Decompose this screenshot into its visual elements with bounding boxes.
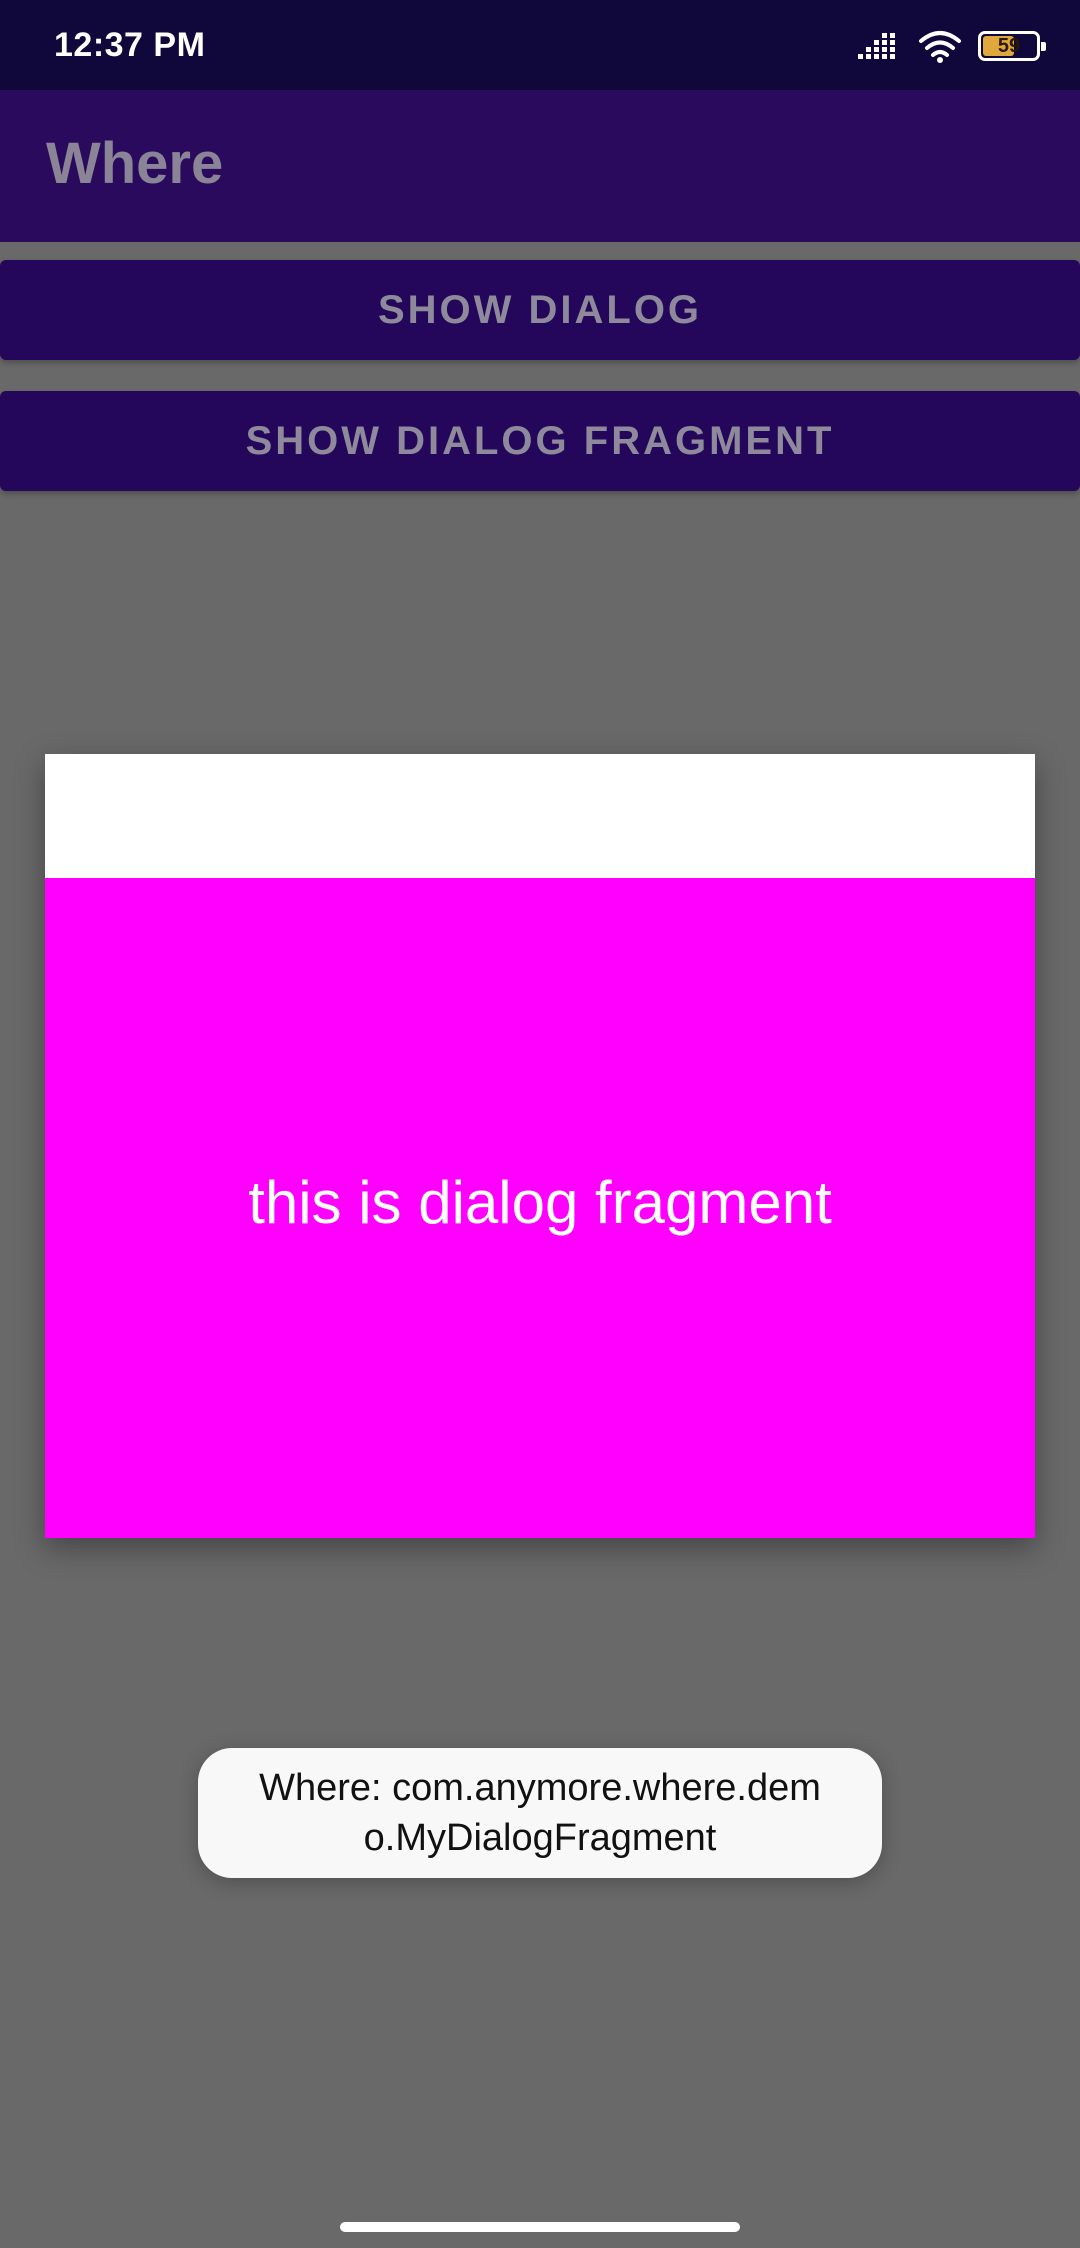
app-bar: Where — [0, 90, 1080, 242]
dialog-content[interactable]: this is dialog fragment — [45, 878, 1035, 1538]
wifi-icon — [919, 31, 961, 63]
home-indicator[interactable] — [340, 2222, 740, 2232]
status-time: 12:37 PM — [54, 26, 206, 64]
toast: Where: com.anymore.where.demo.MyDialogFr… — [198, 1748, 882, 1878]
app-title: Where — [46, 131, 224, 196]
battery-nub — [1041, 42, 1046, 51]
status-icons: 59 — [858, 28, 1046, 64]
show-dialog-button[interactable]: SHOW DIALOG — [0, 260, 1080, 360]
toast-text: Where: com.anymore.where.demo.MyDialogFr… — [259, 1767, 821, 1859]
battery-level: 59 — [997, 34, 1021, 57]
signal-icon — [858, 33, 895, 59]
battery-icon: 59 — [978, 31, 1046, 61]
dialog-content-text: this is dialog fragment — [248, 1168, 832, 1236]
show-dialog-fragment-button[interactable]: SHOW DIALOG FRAGMENT — [0, 391, 1080, 491]
dialog-title-area — [45, 754, 1035, 878]
status-bar: 12:37 PM 59 — [0, 0, 1080, 90]
dialog-fragment: this is dialog fragment — [45, 754, 1035, 1538]
